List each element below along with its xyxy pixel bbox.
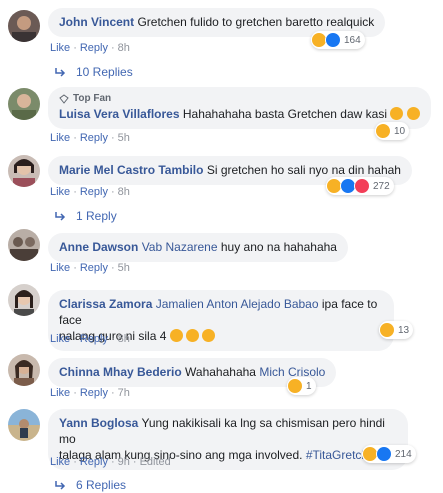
view-replies[interactable]: 1 Reply bbox=[54, 208, 117, 224]
comment-time[interactable]: 8h bbox=[118, 333, 130, 345]
like-link[interactable]: Like bbox=[50, 186, 70, 198]
like-icon bbox=[376, 446, 392, 462]
comment-actions: Like · Reply · 8h bbox=[50, 42, 130, 54]
like-link[interactable]: Like bbox=[50, 42, 70, 54]
avatar[interactable] bbox=[8, 88, 40, 120]
haha-icon bbox=[379, 322, 395, 338]
replies-label[interactable]: 10 Replies bbox=[76, 64, 133, 80]
commenter-name[interactable]: Chinna Mhay Bederio bbox=[59, 365, 182, 379]
reaction-count: 214 bbox=[395, 448, 412, 460]
reactions-summary[interactable]: 1 bbox=[287, 377, 316, 395]
reply-link[interactable]: Reply bbox=[80, 456, 108, 468]
like-link[interactable]: Like bbox=[50, 387, 70, 399]
like-link[interactable]: Like bbox=[50, 262, 70, 274]
reactions-summary[interactable]: 13 bbox=[379, 321, 414, 339]
haha-icon bbox=[390, 107, 404, 120]
reaction-count: 1 bbox=[306, 380, 312, 392]
avatar[interactable] bbox=[8, 155, 40, 187]
comment-time[interactable]: 8h bbox=[118, 42, 130, 54]
reply-link[interactable]: Reply bbox=[80, 333, 108, 345]
comment-bubble: Top Fan Luisa Vera Villaflores Hahahahah… bbox=[48, 87, 431, 129]
reactions-summary[interactable]: 272 bbox=[326, 177, 394, 195]
avatar[interactable] bbox=[8, 229, 40, 261]
reply-link[interactable]: Reply bbox=[80, 262, 108, 274]
comment-actions: Like · Reply · 8h bbox=[50, 186, 130, 198]
comment-time[interactable]: 5h bbox=[118, 262, 130, 274]
like-icon bbox=[325, 32, 341, 48]
haha-icon bbox=[202, 329, 216, 342]
commenter-name[interactable]: Yann Boglosa bbox=[59, 416, 138, 430]
reaction-count: 272 bbox=[373, 180, 390, 192]
replies-label[interactable]: 1 Reply bbox=[76, 208, 117, 224]
comment-time[interactable]: 9h bbox=[118, 456, 130, 468]
like-link[interactable]: Like bbox=[50, 333, 70, 345]
top-fan-icon bbox=[59, 94, 69, 104]
top-fan-badge: Top Fan bbox=[59, 93, 420, 105]
love-icon bbox=[354, 178, 370, 194]
avatar[interactable] bbox=[8, 409, 40, 441]
edited-label[interactable]: Edited bbox=[140, 456, 171, 468]
mention-tag[interactable]: Jamalien Anton Alejado Babao bbox=[156, 297, 319, 311]
commenter-name[interactable]: Marie Mel Castro Tambilo bbox=[59, 163, 203, 177]
avatar[interactable] bbox=[8, 284, 40, 316]
like-link[interactable]: Like bbox=[50, 456, 70, 468]
reply-arrow-icon bbox=[55, 68, 66, 77]
comment-actions: Like · Reply · 5h bbox=[50, 262, 130, 274]
haha-icon bbox=[287, 378, 303, 394]
view-replies[interactable]: 10 Replies bbox=[54, 64, 133, 80]
reaction-count: 10 bbox=[394, 125, 406, 137]
commenter-name[interactable]: Anne Dawson bbox=[59, 240, 138, 254]
reply-link[interactable]: Reply bbox=[80, 387, 108, 399]
comment-time[interactable]: 7h bbox=[118, 387, 130, 399]
haha-icon bbox=[406, 107, 420, 120]
commenter-name[interactable]: Luisa Vera Villaflores bbox=[59, 107, 180, 121]
comment-time[interactable]: 5h bbox=[118, 132, 130, 144]
comment-text: huy ano na hahahaha bbox=[220, 240, 337, 254]
mention-tag[interactable]: Vab Nazarene bbox=[142, 240, 218, 254]
reactions-summary[interactable]: 164 bbox=[311, 31, 365, 49]
view-replies[interactable]: 6 Replies bbox=[54, 477, 126, 493]
haha-icon bbox=[186, 329, 200, 342]
reply-link[interactable]: Reply bbox=[80, 186, 108, 198]
comment-actions: Like · Reply · 5h bbox=[50, 132, 130, 144]
reactions-summary[interactable]: 10 bbox=[375, 122, 410, 140]
comment-bubble: Anne Dawson Vab Nazarene huy ano na haha… bbox=[48, 233, 348, 262]
comment-time[interactable]: 8h bbox=[118, 186, 130, 198]
comment-text: Si gretchen ho sali nyo na din hahah bbox=[206, 163, 401, 177]
haha-icon bbox=[169, 329, 183, 342]
reply-link[interactable]: Reply bbox=[80, 132, 108, 144]
avatar[interactable] bbox=[8, 354, 40, 386]
reply-link[interactable]: Reply bbox=[80, 42, 108, 54]
avatar[interactable] bbox=[8, 10, 40, 42]
comment-actions: Like · Reply · 7h bbox=[50, 387, 130, 399]
commenter-name[interactable]: Clarissa Zamora bbox=[59, 297, 152, 311]
like-link[interactable]: Like bbox=[50, 132, 70, 144]
reply-arrow-icon bbox=[55, 212, 66, 221]
comment-text: Gretchen fulido to gretchen baretto real… bbox=[137, 15, 375, 29]
reactions-summary[interactable]: 214 bbox=[362, 445, 416, 463]
comment-actions: Like · Reply · 8h bbox=[50, 333, 130, 345]
comment-text: Wahahahaha bbox=[185, 365, 256, 379]
commenter-name[interactable]: John Vincent bbox=[59, 15, 134, 29]
replies-label[interactable]: 6 Replies bbox=[76, 477, 126, 493]
comment-text: Hahahahaha basta Gretchen daw kasi bbox=[182, 107, 387, 121]
reaction-count: 13 bbox=[398, 324, 410, 336]
reaction-count: 164 bbox=[344, 34, 361, 46]
reply-arrow-icon bbox=[55, 481, 66, 490]
badge-label: Top Fan bbox=[73, 93, 112, 104]
comment-actions: Like · Reply · 9h · Edited bbox=[50, 456, 171, 468]
haha-icon bbox=[375, 123, 391, 139]
